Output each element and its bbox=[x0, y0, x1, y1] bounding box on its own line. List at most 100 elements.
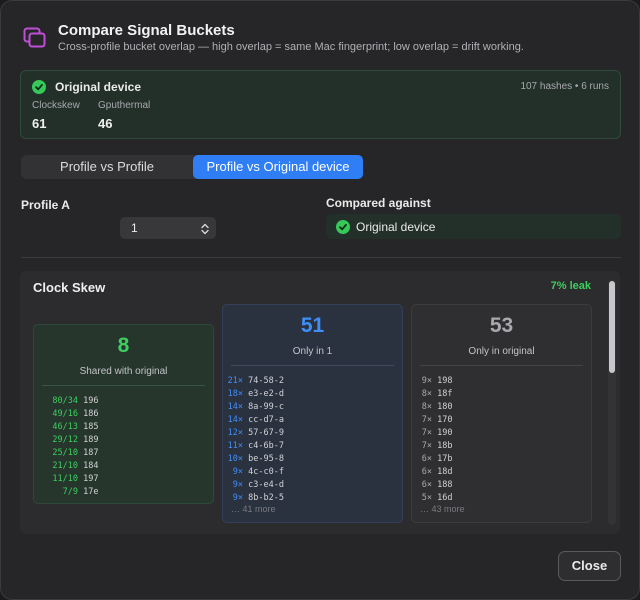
list-item-key: 8× bbox=[421, 389, 432, 399]
list-item-key: 6× bbox=[421, 467, 432, 477]
only-in-original-bucket: 53 Only in original 9× 198 8× 18f 8× 180 7×… bbox=[411, 304, 592, 523]
shared-count: 8 bbox=[117, 334, 130, 357]
list-item-key: 25/10 bbox=[52, 448, 78, 458]
list-item: 7× 190 bbox=[412, 427, 591, 440]
list-item-value: 198 bbox=[437, 376, 453, 386]
device-meta: 107 hashes • 6 runs bbox=[520, 81, 609, 92]
list-item-key: 11/10 bbox=[52, 474, 78, 484]
list-item-value: cc-d7-a bbox=[248, 415, 284, 425]
list-item-value: 189 bbox=[83, 435, 99, 445]
list-item-value: 170 bbox=[437, 415, 453, 425]
list-item-value: 185 bbox=[83, 422, 99, 432]
list-item-key: 7× bbox=[421, 428, 432, 438]
list-item-value: be-95-8 bbox=[248, 454, 284, 464]
overlapping-windows-icon bbox=[23, 27, 47, 49]
shared-bucket: 8 Shared with original 80/34 196 49/16 18… bbox=[33, 324, 214, 504]
list-item-key: 21/10 bbox=[52, 461, 78, 471]
list-item-key: 18× bbox=[227, 389, 243, 399]
list-item-key: 6× bbox=[421, 480, 432, 490]
list-item-value: 16d bbox=[437, 493, 453, 503]
list-item: 6× 188 bbox=[412, 479, 591, 492]
list-item-value: 8b-b2-5 bbox=[248, 493, 284, 503]
device-name: Original device bbox=[55, 80, 142, 94]
shared-list: 80/34 196 49/16 186 46/13 185 29/12 189 25/1… bbox=[34, 395, 213, 499]
list-item: 6× 18d bbox=[412, 466, 591, 479]
leak-badge: 7% leak bbox=[550, 280, 591, 292]
list-item: 12× 57-67-9 bbox=[223, 427, 402, 440]
list-item-value: 17b bbox=[437, 454, 453, 464]
list-item-value: 187 bbox=[83, 448, 99, 458]
list-item: 9× 198 bbox=[412, 375, 591, 388]
stat-clockskew: Clockskew 61 bbox=[32, 100, 80, 131]
divider bbox=[42, 385, 205, 386]
tab-profile-vs-profile[interactable]: Profile vs Profile bbox=[21, 155, 193, 179]
list-item-value: 17e bbox=[83, 487, 99, 497]
profile-a-value: 1 bbox=[131, 221, 138, 235]
list-item: 7× 18b bbox=[412, 440, 591, 453]
list-item-key: 14× bbox=[227, 402, 243, 412]
only-in-1-count: 51 bbox=[300, 314, 325, 337]
list-item-value: 184 bbox=[83, 461, 99, 471]
list-item-key: 7× bbox=[421, 441, 432, 451]
list-item: 11/10 197 bbox=[34, 473, 213, 486]
compared-against-label: Compared against bbox=[326, 196, 431, 210]
chevron-updown-icon bbox=[201, 222, 209, 240]
list-item-value: 8a-99-c bbox=[248, 402, 284, 412]
profile-a-label: Profile A bbox=[21, 198, 70, 212]
list-item-value: 4c-c0-f bbox=[248, 467, 284, 477]
list-item: 29/12 189 bbox=[34, 434, 213, 447]
list-item: 80/34 196 bbox=[34, 395, 213, 408]
more-count: … 43 more bbox=[420, 504, 465, 514]
list-item-key: 9× bbox=[232, 467, 243, 477]
dialog-title: Compare Signal Buckets bbox=[58, 22, 235, 39]
profile-a-select[interactable]: 1 bbox=[120, 217, 216, 239]
divider bbox=[420, 365, 583, 366]
only-in-original-caption: Only in original bbox=[468, 346, 535, 357]
list-item-key: 14× bbox=[227, 415, 243, 425]
list-item-key: 49/16 bbox=[52, 409, 78, 419]
list-item-key: 8× bbox=[421, 402, 432, 412]
check-icon bbox=[32, 80, 46, 94]
stat-value: 61 bbox=[32, 116, 47, 131]
list-item-value: 186 bbox=[83, 409, 99, 419]
stat-label: Gputhermal bbox=[98, 100, 151, 111]
list-item: 49/16 186 bbox=[34, 408, 213, 421]
list-item-value: 18d bbox=[437, 467, 453, 477]
dialog-subtitle: Cross-profile bucket overlap — high over… bbox=[58, 41, 524, 53]
panel-title: Clock Skew bbox=[33, 280, 106, 295]
list-item-key: 11× bbox=[227, 441, 243, 451]
stat-value: 46 bbox=[98, 116, 113, 131]
list-item-key: 7/9 bbox=[62, 487, 78, 497]
list-item: 8× 180 bbox=[412, 401, 591, 414]
list-item-value: e3-e2-d bbox=[248, 389, 284, 399]
list-item: 21× 74-58-2 bbox=[223, 375, 402, 388]
tab-profile-vs-original[interactable]: Profile vs Original device bbox=[193, 155, 363, 179]
more-count: … 41 more bbox=[231, 504, 276, 514]
list-item-key: 9× bbox=[421, 376, 432, 386]
list-item: 7× 170 bbox=[412, 414, 591, 427]
list-item-value: 18f bbox=[437, 389, 453, 399]
list-item-value: c4-6b-7 bbox=[248, 441, 284, 451]
list-item: 14× cc-d7-a bbox=[223, 414, 402, 427]
list-item: 7/9 17e bbox=[34, 486, 213, 499]
list-item-key: 7× bbox=[421, 415, 432, 425]
shared-caption: Shared with original bbox=[79, 366, 168, 377]
compared-against-value: Original device bbox=[356, 220, 436, 234]
list-item: 21/10 184 bbox=[34, 460, 213, 473]
only-in-original-count: 53 bbox=[489, 314, 514, 337]
stat-label: Clockskew bbox=[32, 100, 80, 111]
compared-against-field: Original device bbox=[326, 214, 621, 239]
list-item-key: 10× bbox=[227, 454, 243, 464]
list-item-key: 6× bbox=[421, 454, 432, 464]
scrollbar-thumb[interactable] bbox=[609, 281, 615, 373]
list-item: 9× c3-e4-d bbox=[223, 479, 402, 492]
list-item-key: 29/12 bbox=[52, 435, 78, 445]
compare-dialog: Compare Signal Buckets Cross-profile buc… bbox=[0, 0, 640, 600]
check-icon bbox=[336, 220, 350, 234]
only-in-1-bucket: 51 Only in 1 21× 74-58-2 18× e3-e2-d 14× 8… bbox=[222, 304, 403, 523]
only-in-1-list: 21× 74-58-2 18× e3-e2-d 14× 8a-99-c 14× cc-… bbox=[223, 375, 402, 505]
divider bbox=[231, 365, 394, 366]
list-item: 8× 18f bbox=[412, 388, 591, 401]
close-button[interactable]: Close bbox=[558, 551, 621, 581]
list-item-value: 74-58-2 bbox=[248, 376, 284, 386]
